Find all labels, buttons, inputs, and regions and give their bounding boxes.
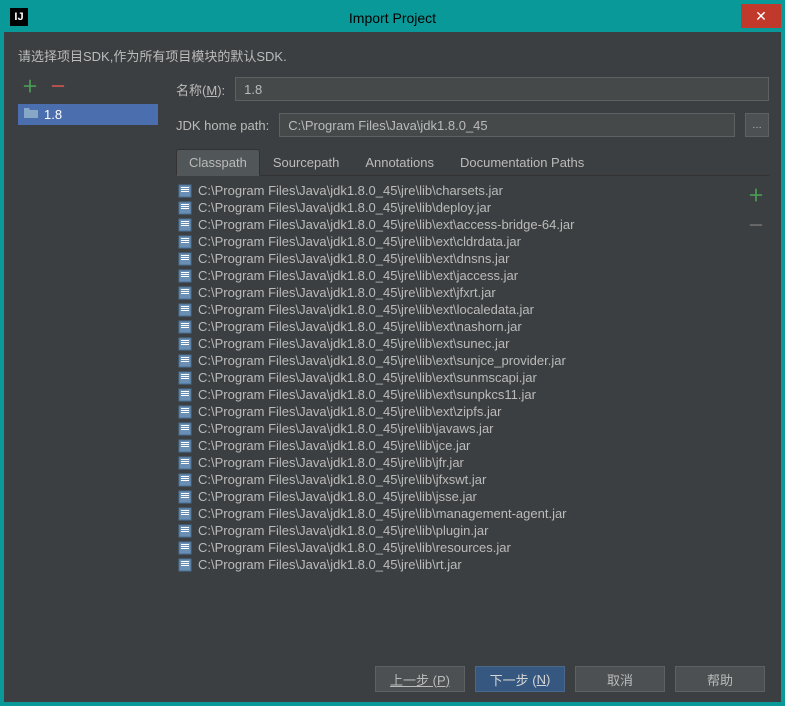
browse-button[interactable]: … (745, 113, 769, 137)
classpath-path: C:\Program Files\Java\jdk1.8.0_45\jre\li… (198, 353, 566, 368)
classpath-item[interactable]: C:\Program Files\Java\jdk1.8.0_45\jre\li… (178, 335, 741, 352)
classpath-path: C:\Program Files\Java\jdk1.8.0_45\jre\li… (198, 387, 536, 402)
classpath-path: C:\Program Files\Java\jdk1.8.0_45\jre\li… (198, 540, 511, 555)
classpath-item[interactable]: C:\Program Files\Java\jdk1.8.0_45\jre\li… (178, 318, 741, 335)
next-button[interactable]: 下一步 (N) (475, 666, 565, 692)
classpath-item[interactable]: C:\Program Files\Java\jdk1.8.0_45\jre\li… (178, 437, 741, 454)
classpath-path: C:\Program Files\Java\jdk1.8.0_45\jre\li… (198, 302, 534, 317)
classpath-item[interactable]: C:\Program Files\Java\jdk1.8.0_45\jre\li… (178, 471, 741, 488)
instruction-text: 请选择项目SDK,作为所有项目模块的默认SDK. (18, 46, 769, 65)
classpath-path: C:\Program Files\Java\jdk1.8.0_45\jre\li… (198, 404, 501, 419)
classpath-path: C:\Program Files\Java\jdk1.8.0_45\jre\li… (198, 336, 509, 351)
classpath-item[interactable]: C:\Program Files\Java\jdk1.8.0_45\jre\li… (178, 301, 741, 318)
classpath-path: C:\Program Files\Java\jdk1.8.0_45\jre\li… (198, 506, 567, 521)
add-sdk-icon[interactable]: ＋ (22, 80, 38, 96)
home-label: JDK home path: (176, 118, 269, 133)
classpath-item[interactable]: C:\Program Files\Java\jdk1.8.0_45\jre\li… (178, 556, 741, 573)
sdk-tree-item[interactable]: 1.8 (18, 104, 158, 125)
sdk-item-label: 1.8 (44, 107, 62, 122)
classpath-item[interactable]: C:\Program Files\Java\jdk1.8.0_45\jre\li… (178, 403, 741, 420)
close-button[interactable]: ✕ (741, 4, 781, 28)
add-classpath-icon[interactable]: ＋ (748, 182, 764, 206)
import-project-dialog: IJ Import Project ✕ 请选择项目SDK,作为所有项目模块的默认… (4, 4, 781, 702)
window-title: Import Project (4, 10, 781, 26)
classpath-item[interactable]: C:\Program Files\Java\jdk1.8.0_45\jre\li… (178, 267, 741, 284)
content-area: 请选择项目SDK,作为所有项目模块的默认SDK. ＋ － 1.8 (4, 32, 781, 702)
remove-classpath-icon: － (748, 212, 764, 236)
sdk-tree-panel: ＋ － 1.8 (18, 77, 158, 692)
tab-classpath[interactable]: Classpath (176, 149, 260, 176)
home-row: JDK home path: … (176, 113, 769, 137)
classpath-item[interactable]: C:\Program Files\Java\jdk1.8.0_45\jre\li… (178, 233, 741, 250)
classpath-path: C:\Program Files\Java\jdk1.8.0_45\jre\li… (198, 217, 574, 232)
classpath-item[interactable]: C:\Program Files\Java\jdk1.8.0_45\jre\li… (178, 539, 741, 556)
classpath-path: C:\Program Files\Java\jdk1.8.0_45\jre\li… (198, 268, 518, 283)
classpath-item[interactable]: C:\Program Files\Java\jdk1.8.0_45\jre\li… (178, 182, 741, 199)
classpath-path: C:\Program Files\Java\jdk1.8.0_45\jre\li… (198, 455, 464, 470)
classpath-item[interactable]: C:\Program Files\Java\jdk1.8.0_45\jre\li… (178, 284, 741, 301)
tree-toolbar: ＋ － (18, 77, 158, 104)
classpath-item[interactable]: C:\Program Files\Java\jdk1.8.0_45\jre\li… (178, 505, 741, 522)
classpath-item[interactable]: C:\Program Files\Java\jdk1.8.0_45\jre\li… (178, 369, 741, 386)
classpath-path: C:\Program Files\Java\jdk1.8.0_45\jre\li… (198, 489, 477, 504)
tab-annotations[interactable]: Annotations (352, 149, 447, 175)
classpath-item[interactable]: C:\Program Files\Java\jdk1.8.0_45\jre\li… (178, 352, 741, 369)
body: ＋ － 1.8 名称(M): (18, 77, 769, 692)
classpath-path: C:\Program Files\Java\jdk1.8.0_45\jre\li… (198, 234, 521, 249)
right-panel: 名称(M): JDK home path: … ClasspathSourcep… (176, 77, 769, 692)
classpath-path: C:\Program Files\Java\jdk1.8.0_45\jre\li… (198, 421, 494, 436)
tab-documentation-paths[interactable]: Documentation Paths (447, 149, 597, 175)
folder-icon (24, 107, 38, 122)
cancel-button[interactable]: 取消 (575, 666, 665, 692)
classpath-path: C:\Program Files\Java\jdk1.8.0_45\jre\li… (198, 438, 470, 453)
name-row: 名称(M): (176, 77, 769, 101)
footer-buttons: 上一步 (P) 下一步 (N) 取消 帮助 (176, 652, 769, 692)
sdk-tree[interactable]: 1.8 (18, 104, 158, 692)
classpath-path: C:\Program Files\Java\jdk1.8.0_45\jre\li… (198, 472, 486, 487)
list-toolbar: ＋ － (743, 176, 769, 652)
sdk-name-input[interactable] (235, 77, 769, 101)
classpath-item[interactable]: C:\Program Files\Java\jdk1.8.0_45\jre\li… (178, 420, 741, 437)
intellij-icon: IJ (10, 8, 28, 26)
classpath-path: C:\Program Files\Java\jdk1.8.0_45\jre\li… (198, 523, 488, 538)
jdk-home-input[interactable] (279, 113, 735, 137)
classpath-path: C:\Program Files\Java\jdk1.8.0_45\jre\li… (198, 285, 496, 300)
classpath-item[interactable]: C:\Program Files\Java\jdk1.8.0_45\jre\li… (178, 216, 741, 233)
classpath-path: C:\Program Files\Java\jdk1.8.0_45\jre\li… (198, 319, 522, 334)
classpath-list[interactable]: C:\Program Files\Java\jdk1.8.0_45\jre\li… (176, 176, 743, 652)
tab-sourcepath[interactable]: Sourcepath (260, 149, 353, 175)
classpath-panel: C:\Program Files\Java\jdk1.8.0_45\jre\li… (176, 176, 769, 652)
classpath-item[interactable]: C:\Program Files\Java\jdk1.8.0_45\jre\li… (178, 454, 741, 471)
tab-bar: ClasspathSourcepathAnnotationsDocumentat… (176, 149, 769, 176)
titlebar[interactable]: IJ Import Project ✕ (4, 4, 781, 32)
classpath-path: C:\Program Files\Java\jdk1.8.0_45\jre\li… (198, 370, 537, 385)
classpath-item[interactable]: C:\Program Files\Java\jdk1.8.0_45\jre\li… (178, 250, 741, 267)
classpath-item[interactable]: C:\Program Files\Java\jdk1.8.0_45\jre\li… (178, 522, 741, 539)
help-button[interactable]: 帮助 (675, 666, 765, 692)
classpath-path: C:\Program Files\Java\jdk1.8.0_45\jre\li… (198, 557, 462, 572)
classpath-item[interactable]: C:\Program Files\Java\jdk1.8.0_45\jre\li… (178, 199, 741, 216)
classpath-item[interactable]: C:\Program Files\Java\jdk1.8.0_45\jre\li… (178, 488, 741, 505)
remove-sdk-icon[interactable]: － (50, 80, 66, 96)
classpath-item[interactable]: C:\Program Files\Java\jdk1.8.0_45\jre\li… (178, 386, 741, 403)
name-label: 名称(M): (176, 80, 225, 99)
classpath-path: C:\Program Files\Java\jdk1.8.0_45\jre\li… (198, 251, 509, 266)
classpath-path: C:\Program Files\Java\jdk1.8.0_45\jre\li… (198, 183, 503, 198)
classpath-path: C:\Program Files\Java\jdk1.8.0_45\jre\li… (198, 200, 491, 215)
previous-button[interactable]: 上一步 (P) (375, 666, 465, 692)
